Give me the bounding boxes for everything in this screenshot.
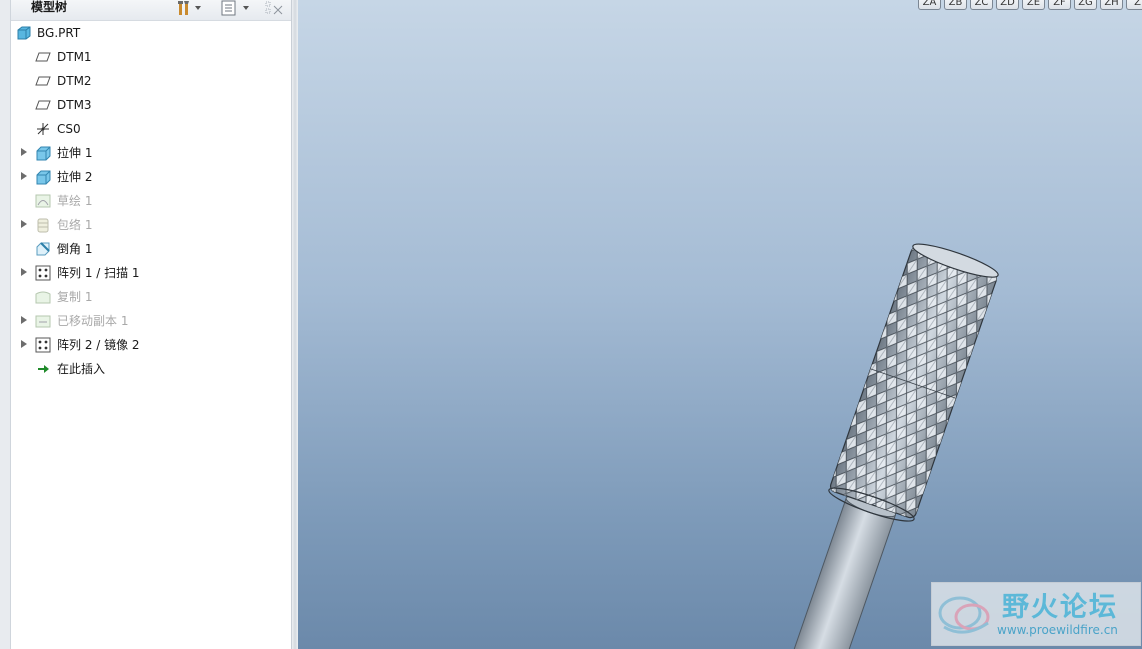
chamfer-icon bbox=[35, 241, 51, 257]
settings-tools-button[interactable] bbox=[177, 0, 205, 16]
sketch-icon bbox=[35, 193, 51, 209]
tree-item-copy-1[interactable]: 复制 1 bbox=[11, 285, 291, 309]
tree-item-insert-here[interactable]: 在此插入 bbox=[11, 357, 291, 381]
model-tree-list: BG.PRT DTM1 DTM2 DTM3 CS0 拉伸 1 拉伸 2 草绘 1… bbox=[11, 21, 291, 381]
tree-item-label: CS0 bbox=[57, 122, 81, 136]
expand-arrow-icon[interactable] bbox=[21, 340, 27, 348]
tree-item-chamfer-1[interactable]: 倒角 1 bbox=[11, 237, 291, 261]
tree-item-bg-prt[interactable]: BG.PRT bbox=[11, 21, 291, 45]
coordinate-system-icon bbox=[35, 121, 51, 137]
tree-item-label: 在此插入 bbox=[57, 362, 106, 376]
tree-item-cs0[interactable]: CS0 bbox=[11, 117, 291, 141]
tree-item-pattern-2[interactable]: 阵列 2 / 镜像 2 bbox=[11, 333, 291, 357]
tree-item-label: DTM2 bbox=[57, 74, 92, 88]
tree-item-label: DTM1 bbox=[57, 50, 92, 64]
tree-item-dtm3[interactable]: DTM3 bbox=[11, 93, 291, 117]
pattern-icon bbox=[35, 337, 51, 353]
tools-icon bbox=[178, 1, 201, 15]
tree-item-pattern-1[interactable]: 阵列 1 / 扫描 1 bbox=[11, 261, 291, 285]
insert-here-icon bbox=[35, 361, 51, 377]
expand-arrow-icon[interactable] bbox=[21, 220, 27, 228]
extrude-icon bbox=[35, 169, 51, 185]
tree-item-label: 阵列 2 / 镜像 2 bbox=[57, 338, 140, 352]
tree-item-sketch-1[interactable]: 草绘 1 bbox=[11, 189, 291, 213]
model-tree-title: 模型树 bbox=[31, 0, 68, 14]
expand-arrow-icon[interactable] bbox=[21, 172, 27, 180]
forum-watermark: 野火论坛 www.proewildfire.cn bbox=[931, 582, 1141, 646]
copy-icon bbox=[35, 289, 51, 305]
datum-plane-icon bbox=[35, 97, 51, 113]
knurled-tool-model[interactable] bbox=[298, 0, 1142, 649]
datum-plane-icon bbox=[35, 73, 51, 89]
tree-item-extrude-2[interactable]: 拉伸 2 bbox=[11, 165, 291, 189]
tree-item-label: 草绘 1 bbox=[57, 194, 93, 208]
graphics-viewport[interactable]: ZA ZB ZC ZD ZE ZF ZG ZH Z 野火论坛 www.proew… bbox=[298, 0, 1142, 649]
tree-item-dtm1[interactable]: DTM1 bbox=[11, 45, 291, 69]
show-options-button[interactable] bbox=[221, 0, 253, 16]
tree-item-label: DTM3 bbox=[57, 98, 92, 112]
expand-arrow-icon[interactable] bbox=[21, 148, 27, 156]
datum-plane-icon bbox=[35, 49, 51, 65]
tree-item-moved-copy-1[interactable]: 已移动副本 1 bbox=[11, 309, 291, 333]
wrap-icon bbox=[35, 217, 51, 233]
tree-item-wrap-1[interactable]: 包络 1 bbox=[11, 213, 291, 237]
moved-copy-icon bbox=[35, 313, 51, 329]
extrude-icon bbox=[35, 145, 51, 161]
tree-item-label: 阵列 1 / 扫描 1 bbox=[57, 266, 140, 280]
tree-item-label: 复制 1 bbox=[57, 290, 93, 304]
tree-item-label: 拉伸 2 bbox=[57, 170, 93, 184]
left-edge-strip bbox=[0, 0, 11, 649]
part-icon bbox=[16, 25, 32, 41]
tree-item-label: 已移动副本 1 bbox=[57, 314, 129, 328]
tree-item-dtm2[interactable]: DTM2 bbox=[11, 69, 291, 93]
tree-item-label: 包络 1 bbox=[57, 218, 93, 232]
panel-splitter[interactable] bbox=[291, 0, 298, 649]
pattern-icon bbox=[35, 265, 51, 281]
filter-icon bbox=[265, 1, 283, 15]
tree-item-label: 倒角 1 bbox=[57, 242, 93, 256]
watermark-title: 野火论坛 bbox=[1002, 592, 1118, 623]
filter-button[interactable] bbox=[264, 0, 288, 16]
list-icon bbox=[221, 0, 249, 16]
forum-logo-icon bbox=[938, 596, 990, 634]
tree-item-extrude-1[interactable]: 拉伸 1 bbox=[11, 141, 291, 165]
tree-item-label: BG.PRT bbox=[37, 26, 81, 40]
expand-arrow-icon[interactable] bbox=[21, 316, 27, 324]
tree-item-label: 拉伸 1 bbox=[57, 146, 93, 160]
expand-arrow-icon[interactable] bbox=[21, 268, 27, 276]
watermark-url: www.proewildfire.cn bbox=[997, 623, 1118, 637]
model-tree-header: 模型树 bbox=[11, 0, 291, 21]
model-tree-panel: 模型树 BG.PRT DTM1 DTM2 DTM3 CS0 拉伸 1 拉伸 2 … bbox=[11, 0, 291, 649]
